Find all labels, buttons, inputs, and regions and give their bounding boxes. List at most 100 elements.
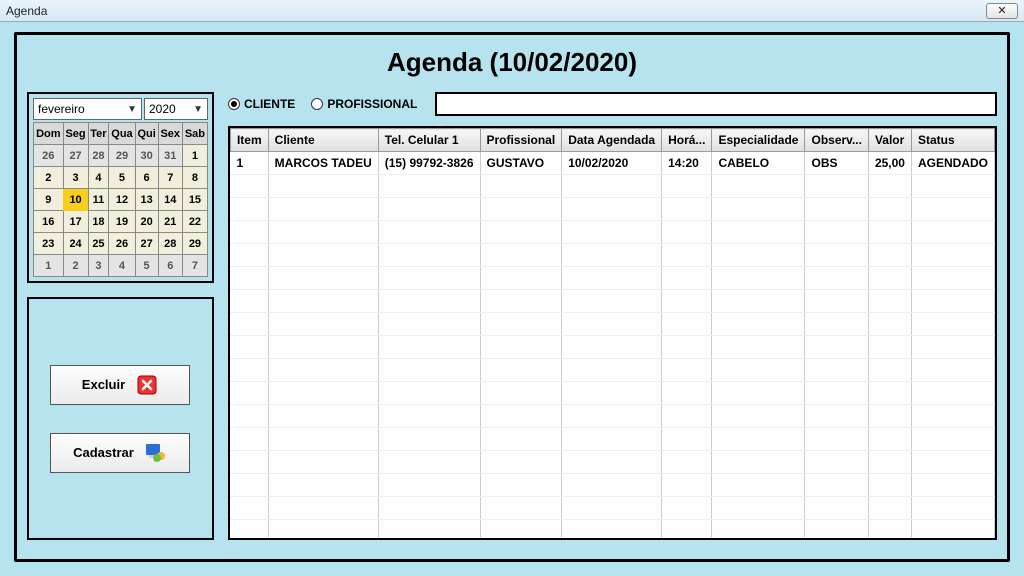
- calendar-day-cell[interactable]: 12: [109, 189, 135, 211]
- excluir-button[interactable]: Excluir: [50, 365, 190, 405]
- grid-column-header[interactable]: Cliente: [268, 129, 378, 152]
- table-row-empty: [230, 474, 994, 497]
- calendar-day-cell[interactable]: 6: [135, 167, 158, 189]
- table-row-empty: [230, 313, 994, 336]
- calendar-day-cell[interactable]: 5: [109, 167, 135, 189]
- grid-column-header[interactable]: Status: [911, 129, 994, 152]
- table-row-empty: [230, 267, 994, 290]
- grid-column-header[interactable]: Valor: [868, 129, 911, 152]
- chevron-down-icon: ▼: [127, 104, 137, 115]
- grid-column-header[interactable]: Item: [230, 129, 268, 152]
- appointments-grid[interactable]: ItemClienteTel. Celular 1ProfissionalDat…: [228, 126, 997, 540]
- table-row-empty: [230, 336, 994, 359]
- page-title: Agenda (10/02/2020): [27, 47, 997, 78]
- grid-cell: GUSTAVO: [480, 152, 562, 175]
- calendar-day-cell[interactable]: 28: [158, 233, 182, 255]
- table-row[interactable]: 1MARCOS TADEU(15) 99792-3826GUSTAVO10/02…: [230, 152, 994, 175]
- calendar-day-cell[interactable]: 26: [34, 145, 64, 167]
- table-row-empty: [230, 359, 994, 382]
- calendar-day-cell[interactable]: 1: [182, 145, 207, 167]
- grid-column-header[interactable]: Especialidade: [712, 129, 805, 152]
- year-select-value: 2020: [149, 102, 176, 116]
- grid-column-header[interactable]: Horá...: [662, 129, 712, 152]
- calendar-day-cell[interactable]: 21: [158, 211, 182, 233]
- calendar-day-cell[interactable]: 7: [158, 167, 182, 189]
- calendar-day-cell[interactable]: 3: [88, 255, 109, 277]
- radio-profissional[interactable]: PROFISSIONAL: [311, 97, 417, 111]
- table-row-empty: [230, 405, 994, 428]
- grid-column-header[interactable]: Data Agendada: [562, 129, 662, 152]
- calendar-day-cell[interactable]: 25: [88, 233, 109, 255]
- grid-column-header[interactable]: Tel. Celular 1: [378, 129, 480, 152]
- calendar-day-header: Qua: [109, 123, 135, 145]
- calendar-day-header: Seg: [63, 123, 88, 145]
- calendar-day-cell[interactable]: 13: [135, 189, 158, 211]
- window-close-button[interactable]: ✕: [986, 3, 1018, 19]
- calendar-day-cell[interactable]: 22: [182, 211, 207, 233]
- calendar-day-header: Sab: [182, 123, 207, 145]
- calendar-day-cell[interactable]: 15: [182, 189, 207, 211]
- cadastrar-button[interactable]: Cadastrar: [50, 433, 190, 473]
- calendar-day-cell[interactable]: 18: [88, 211, 109, 233]
- grid-cell: 1: [230, 152, 268, 175]
- table-row-empty: [230, 198, 994, 221]
- radio-dot-icon: [228, 98, 240, 110]
- calendar-day-cell[interactable]: 2: [63, 255, 88, 277]
- calendar-day-header: Sex: [158, 123, 182, 145]
- table-row-empty: [230, 382, 994, 405]
- calendar-day-cell[interactable]: 1: [34, 255, 64, 277]
- calendar-day-cell[interactable]: 17: [63, 211, 88, 233]
- calendar-day-cell[interactable]: 16: [34, 211, 64, 233]
- calendar-day-cell[interactable]: 14: [158, 189, 182, 211]
- calendar-day-cell[interactable]: 6: [158, 255, 182, 277]
- calendar-day-cell[interactable]: 29: [182, 233, 207, 255]
- calendar-day-cell[interactable]: 28: [88, 145, 109, 167]
- window-titlebar: Agenda ✕: [0, 0, 1024, 22]
- radio-cliente[interactable]: CLIENTE: [228, 97, 295, 111]
- search-input[interactable]: [435, 92, 997, 116]
- filter-radio-group: CLIENTE PROFISSIONAL: [228, 97, 417, 111]
- chevron-down-icon: ▼: [193, 104, 203, 115]
- calendar-grid: DomSegTerQuaQuiSexSab 262728293031123456…: [33, 122, 208, 277]
- filter-row: CLIENTE PROFISSIONAL: [228, 92, 997, 116]
- month-select-value: fevereiro: [38, 102, 85, 116]
- calendar-day-cell[interactable]: 27: [135, 233, 158, 255]
- calendar-day-cell[interactable]: 5: [135, 255, 158, 277]
- excluir-label: Excluir: [82, 377, 125, 392]
- calendar-day-cell[interactable]: 20: [135, 211, 158, 233]
- calendar-day-cell[interactable]: 7: [182, 255, 207, 277]
- calendar-day-cell[interactable]: 24: [63, 233, 88, 255]
- grid-cell: 25,00: [868, 152, 911, 175]
- calendar-day-cell[interactable]: 9: [34, 189, 64, 211]
- calendar-day-cell[interactable]: 4: [88, 167, 109, 189]
- calendar-day-cell[interactable]: 23: [34, 233, 64, 255]
- table-row-empty: [230, 244, 994, 267]
- calendar-day-cell[interactable]: 27: [63, 145, 88, 167]
- calendar-day-cell[interactable]: 29: [109, 145, 135, 167]
- calendar-day-header: Dom: [34, 123, 64, 145]
- calendar-day-cell[interactable]: 19: [109, 211, 135, 233]
- calendar-day-cell[interactable]: 30: [135, 145, 158, 167]
- main-frame: Agenda (10/02/2020) fevereiro ▼ 2020 ▼: [14, 32, 1010, 562]
- close-icon: ✕: [997, 4, 1006, 17]
- calendar-day-cell[interactable]: 4: [109, 255, 135, 277]
- calendar-day-cell[interactable]: 8: [182, 167, 207, 189]
- table-row-empty: [230, 451, 994, 474]
- table-row-empty: [230, 520, 994, 541]
- calendar-day-cell[interactable]: 11: [88, 189, 109, 211]
- calendar-day-cell[interactable]: 2: [34, 167, 64, 189]
- calendar-day-cell[interactable]: 10: [63, 189, 88, 211]
- grid-cell: OBS: [805, 152, 868, 175]
- cadastrar-label: Cadastrar: [73, 445, 134, 460]
- table-row-empty: [230, 497, 994, 520]
- grid-column-header[interactable]: Profissional: [480, 129, 562, 152]
- month-select[interactable]: fevereiro ▼: [33, 98, 142, 120]
- table-row-empty: [230, 175, 994, 198]
- grid-cell: 14:20: [662, 152, 712, 175]
- year-select[interactable]: 2020 ▼: [144, 98, 208, 120]
- grid-column-header[interactable]: Observ...: [805, 129, 868, 152]
- delete-icon: [135, 373, 159, 397]
- calendar-day-cell[interactable]: 31: [158, 145, 182, 167]
- calendar-day-cell[interactable]: 3: [63, 167, 88, 189]
- calendar-day-cell[interactable]: 26: [109, 233, 135, 255]
